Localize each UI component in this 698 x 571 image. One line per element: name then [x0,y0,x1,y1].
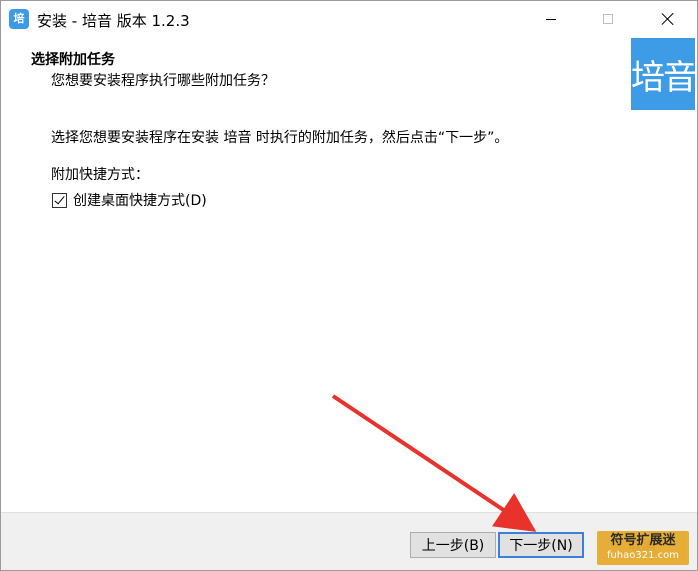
back-button[interactable]: 上一步(B) [410,532,496,558]
desktop-shortcut-option[interactable]: 创建桌面快捷方式(D) [52,190,207,210]
minimize-icon [546,18,556,20]
page-subheading: 您想要安装程序执行哪些附加任务？ [51,73,275,89]
title-bar: 培 安装 - 培音 版本 1.2.3 [1,1,697,37]
desktop-shortcut-label[interactable]: 创建桌面快捷方式(D) [73,190,207,210]
maximize-icon [603,14,613,24]
next-button[interactable]: 下一步(N) [498,532,584,558]
button-bar: 上一步(B) 下一步(N) 取消 [1,512,697,570]
instruction-text: 选择您想要安装程序在安装 培音 时执行的附加任务，然后点击“下一步”。 [51,130,509,146]
installer-window: 培 安装 - 培音 版本 1.2.3 选择附加任务 您想要安装程序执行哪些附加任… [0,0,698,571]
close-icon [662,13,674,25]
watermark-badge: 符号扩展迷 fuhao321.com [597,531,689,565]
close-button[interactable] [645,1,691,37]
app-icon: 培 [9,9,29,29]
watermark-text: 符号扩展迷 [610,533,676,548]
minimize-button[interactable] [528,1,574,37]
desktop-shortcut-checkbox[interactable] [52,192,67,208]
shortcut-group-label: 附加快捷方式： [51,167,149,183]
window-title: 安装 - 培音 版本 1.2.3 [37,12,190,30]
watermark-url: fuhao321.com [606,550,680,561]
maximize-button [585,1,631,37]
page-heading: 选择附加任务 [31,52,115,68]
brand-logo: 培音 [631,38,697,110]
